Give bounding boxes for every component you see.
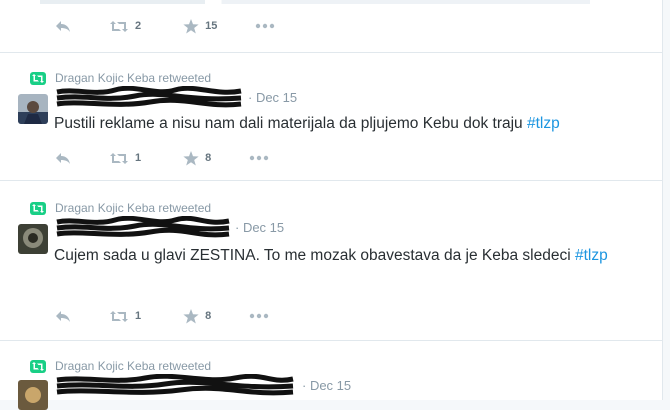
retweet-context: Dragan Kojic Keba retweeted: [30, 70, 211, 86]
reply-icon: [56, 310, 70, 322]
more-icon: [256, 23, 275, 29]
retweet-count: 2: [135, 20, 142, 32]
redacted-username: [56, 216, 230, 238]
tweet-actions: 1 8: [55, 148, 299, 168]
more-icon: [250, 155, 269, 161]
reply-button[interactable]: [55, 152, 71, 165]
tweet-actions: 2 15: [55, 16, 305, 36]
reply-icon: [56, 20, 70, 32]
avatar[interactable]: [18, 380, 48, 410]
retweet-button[interactable]: 2: [109, 20, 141, 33]
redacted-username: [56, 374, 294, 396]
tweet-item[interactable]: Dragan Kojic Keba retweeted · Dec 15 Cuj…: [0, 192, 662, 341]
retweet-context-icon: [30, 201, 46, 215]
retweet-icon: [110, 310, 128, 322]
tweet-date[interactable]: · Dec 15: [302, 378, 351, 393]
avatar[interactable]: [18, 224, 48, 254]
tweet-item[interactable]: Dragan Kojic Keba retweeted · Dec 15 Pus…: [0, 62, 662, 181]
more-button[interactable]: [249, 155, 269, 161]
more-button[interactable]: [255, 23, 275, 29]
retweet-context-icon: [30, 71, 46, 85]
retweet-count: 1: [135, 310, 142, 322]
more-button[interactable]: [249, 313, 269, 319]
tweet-text: Cujem sada u glavi ZESTINA. To me mozak …: [54, 244, 614, 268]
reply-button[interactable]: [55, 20, 71, 33]
favorite-count: 15: [205, 20, 218, 32]
tweet-text-body: Cujem sada u glavi ZESTINA. To me mozak …: [54, 247, 575, 264]
retweeted-by-label[interactable]: Dragan Kojic Keba retweeted: [55, 71, 211, 85]
tweet-actions: 1 8: [55, 306, 299, 326]
avatar[interactable]: [18, 94, 48, 124]
favorite-count: 8: [205, 310, 212, 322]
star-icon: [183, 150, 199, 165]
tweet-text: Pustili reklame a nisu nam dali materija…: [54, 112, 644, 136]
favorite-count: 8: [205, 152, 212, 164]
tweet-item[interactable]: Dragan Kojic Keba retweeted · Dec 15: [0, 350, 662, 410]
favorite-button[interactable]: 15: [183, 18, 218, 34]
retweet-context: Dragan Kojic Keba retweeted: [30, 358, 211, 374]
tweet-date[interactable]: · Dec 15: [235, 220, 284, 235]
favorite-button[interactable]: 8: [183, 308, 212, 324]
retweet-count: 1: [135, 152, 142, 164]
star-icon: [183, 18, 199, 33]
hashtag-link[interactable]: #tlzp: [527, 115, 560, 132]
retweet-icon: [110, 20, 128, 32]
retweeted-by-label[interactable]: Dragan Kojic Keba retweeted: [55, 359, 211, 373]
hashtag-link[interactable]: #tlzp: [575, 247, 608, 264]
redacted-username: [56, 86, 242, 108]
cut-off-tweet-text: [40, 0, 590, 4]
retweet-context-icon: [30, 359, 46, 373]
retweet-icon: [110, 152, 128, 164]
timeline-panel: 2 15 Dragan Kojic Keba retweeted · Dec 1…: [0, 0, 663, 410]
tweet-item[interactable]: 2 15: [0, 0, 662, 53]
retweeted-by-label[interactable]: Dragan Kojic Keba retweeted: [55, 201, 211, 215]
retweet-context: Dragan Kojic Keba retweeted: [30, 200, 211, 216]
tweet-date[interactable]: · Dec 15: [248, 90, 297, 105]
reply-button[interactable]: [55, 310, 71, 323]
retweet-button[interactable]: 1: [109, 152, 141, 165]
star-icon: [183, 308, 199, 323]
favorite-button[interactable]: 8: [183, 150, 212, 166]
tweet-text-body: Pustili reklame a nisu nam dali materija…: [54, 115, 527, 132]
reply-icon: [56, 152, 70, 164]
retweet-button[interactable]: 1: [109, 310, 141, 323]
more-icon: [250, 313, 269, 319]
